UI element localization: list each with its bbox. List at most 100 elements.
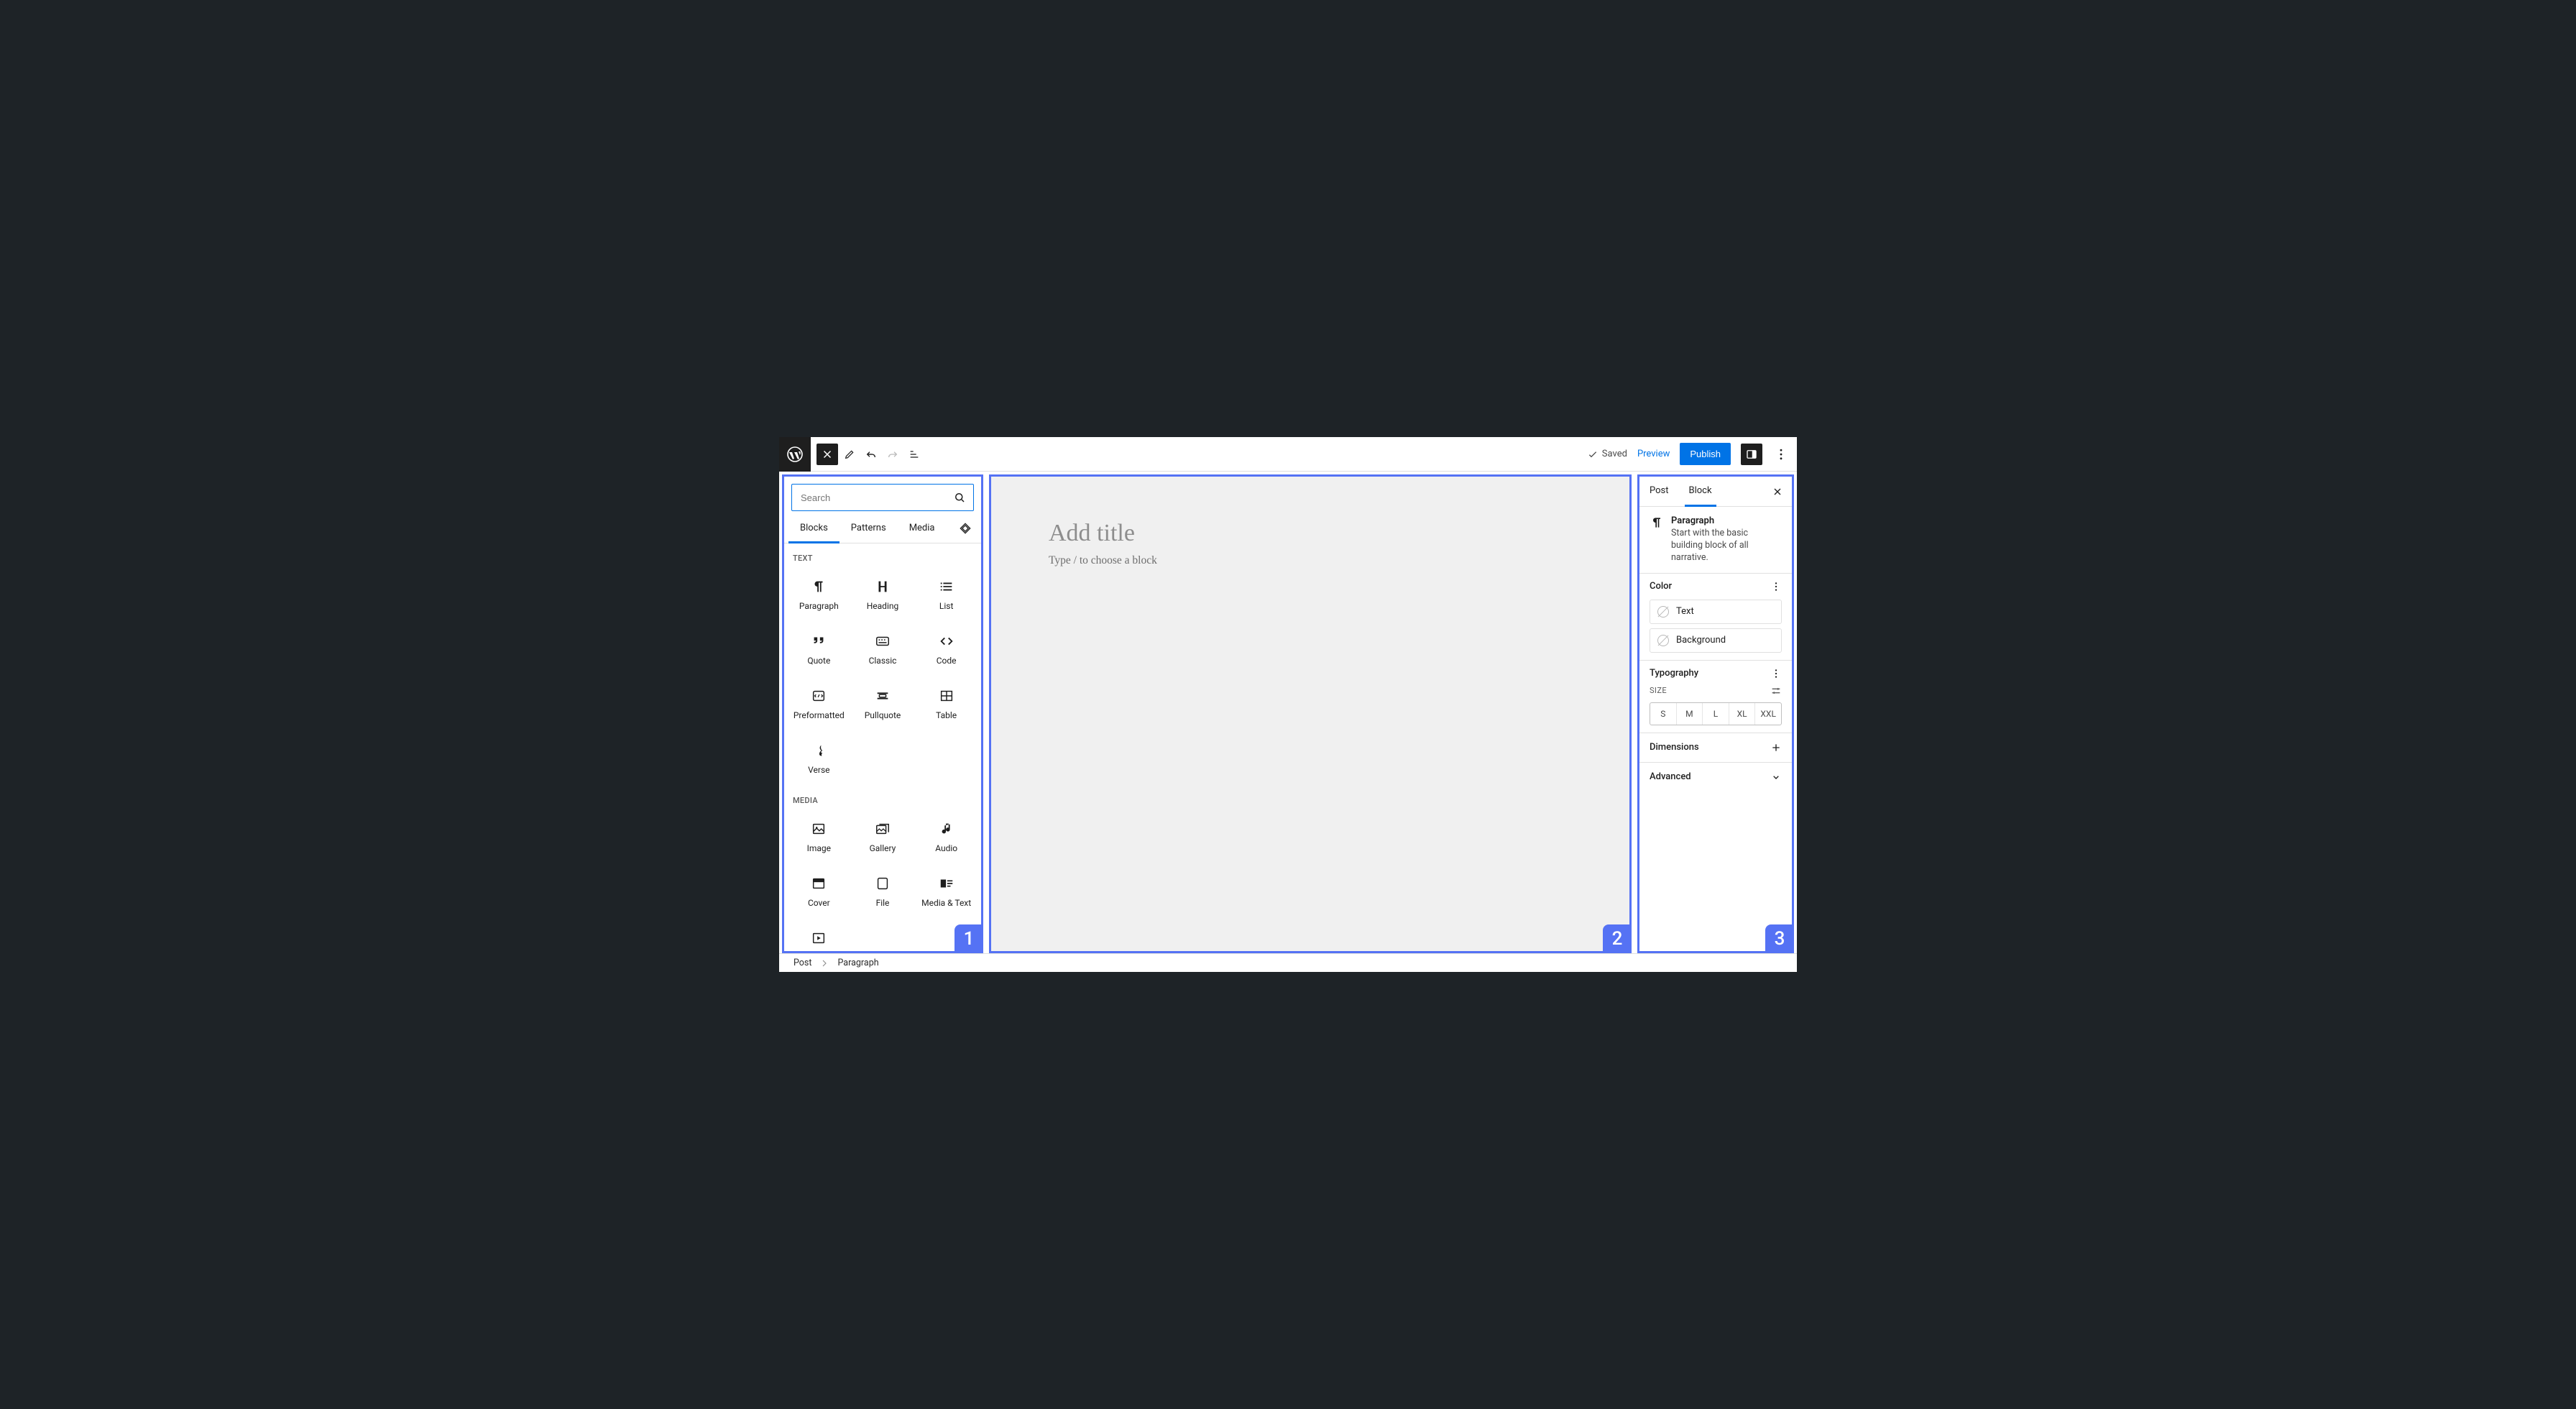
inserter-panel: Blocks Patterns Media TEXTParagraphHeadi…: [782, 474, 983, 953]
annotation-badge-3: 3: [1765, 924, 1794, 953]
sliders-icon: [1770, 685, 1782, 697]
tools-button[interactable]: [840, 444, 860, 464]
block-item-label: Quote: [807, 656, 830, 666]
save-status-label: Saved: [1602, 449, 1627, 459]
block-item-label: Table: [936, 710, 957, 720]
publish-button[interactable]: Publish: [1680, 443, 1731, 465]
size-option-xl[interactable]: XL: [1729, 703, 1755, 725]
size-option-xxl[interactable]: XXL: [1754, 703, 1781, 725]
advanced-section-toggle[interactable]: Advanced: [1639, 763, 1792, 791]
verse-icon: [810, 742, 827, 759]
typography-options-button[interactable]: [1770, 668, 1782, 679]
block-item-pullquote[interactable]: Pullquote: [851, 676, 915, 731]
block-item-label: Gallery: [870, 843, 896, 853]
quote-icon: [810, 633, 827, 650]
tab-blocks[interactable]: Blocks: [788, 514, 840, 543]
undo-button[interactable]: [861, 444, 881, 464]
tab-post[interactable]: Post: [1639, 477, 1679, 506]
size-option-l[interactable]: L: [1702, 703, 1729, 725]
block-description: Start with the basic building block of a…: [1671, 528, 1782, 564]
block-item-label: Paragraph: [799, 601, 839, 611]
preview-button[interactable]: Preview: [1637, 449, 1670, 459]
block-item-cover[interactable]: Cover: [787, 864, 851, 919]
block-item-video[interactable]: Video: [787, 919, 851, 951]
block-search[interactable]: [791, 484, 974, 511]
chip-label: Background: [1676, 635, 1726, 646]
list-icon: [938, 578, 955, 595]
background-color-button[interactable]: Background: [1650, 628, 1782, 653]
redo-button[interactable]: [883, 444, 903, 464]
color-section-title: Color: [1650, 581, 1672, 592]
paragraph-icon: [1650, 515, 1664, 564]
editor-canvas[interactable]: Add title Type / to choose a block 2: [989, 474, 1632, 953]
block-item-label: Pullquote: [865, 710, 901, 720]
block-item-label: Heading: [867, 601, 899, 611]
save-status: Saved: [1587, 449, 1627, 460]
settings-toggle-button[interactable]: [1741, 444, 1762, 465]
block-item-label: Cover: [808, 898, 830, 908]
kebab-icon: [1770, 668, 1782, 679]
typography-section: Typography SIZE SMLXLXXL: [1639, 661, 1792, 733]
more-options-button[interactable]: [1772, 447, 1790, 462]
search-icon: [953, 491, 966, 504]
preformatted-icon: [810, 687, 827, 704]
block-item-label: List: [939, 601, 954, 611]
block-item-list[interactable]: List: [914, 567, 978, 622]
block-item-paragraph[interactable]: Paragraph: [787, 567, 851, 622]
image-icon: [810, 820, 827, 837]
advanced-label: Advanced: [1650, 771, 1691, 782]
gallery-icon: [874, 820, 891, 837]
block-title: Paragraph: [1671, 515, 1782, 526]
text-color-button[interactable]: Text: [1650, 600, 1782, 624]
audio-icon: [938, 820, 955, 837]
tab-block[interactable]: Block: [1679, 477, 1722, 506]
chevron-down-icon: [1770, 771, 1782, 783]
block-item-verse[interactable]: Verse: [787, 731, 851, 786]
size-option-m[interactable]: M: [1676, 703, 1703, 725]
annotation-badge-2: 2: [1603, 924, 1632, 953]
paragraph-block[interactable]: Type / to choose a block: [1049, 554, 1572, 567]
code-icon: [938, 633, 955, 650]
close-icon: [1772, 486, 1783, 497]
post-title-input[interactable]: Add title: [1049, 520, 1572, 547]
video-icon: [810, 930, 827, 947]
block-card: Paragraph Start with the basic building …: [1639, 507, 1792, 574]
pullquote-icon: [874, 687, 891, 704]
block-item-quote[interactable]: Quote: [787, 622, 851, 676]
none-swatch-icon: [1657, 635, 1669, 646]
block-item-file[interactable]: File: [851, 864, 915, 919]
category-label: MEDIA: [787, 786, 978, 809]
custom-size-button[interactable]: [1770, 685, 1782, 697]
block-item-audio[interactable]: Audio: [914, 809, 978, 864]
close-settings-button[interactable]: [1767, 482, 1788, 502]
mediatext-icon: [938, 875, 955, 892]
patterns-explorer-button[interactable]: [954, 514, 977, 543]
document-overview-button[interactable]: [904, 444, 924, 464]
block-item-label: Audio: [935, 843, 957, 853]
block-item-preformatted[interactable]: Preformatted: [787, 676, 851, 731]
block-breadcrumb: Post Paragraph: [779, 953, 1797, 972]
tab-media[interactable]: Media: [898, 514, 947, 543]
block-item-label: Verse: [808, 765, 829, 775]
block-item-code[interactable]: Code: [914, 622, 978, 676]
color-options-button[interactable]: [1770, 581, 1782, 592]
typography-section-title: Typography: [1650, 668, 1698, 679]
color-section: Color Text Background: [1639, 574, 1792, 661]
block-item-label: File: [876, 898, 890, 908]
chip-label: Text: [1676, 606, 1694, 617]
breadcrumb-item[interactable]: Paragraph: [837, 958, 878, 968]
wordpress-logo[interactable]: [779, 437, 811, 472]
block-item-mediatext[interactable]: Media & Text: [914, 864, 978, 919]
block-item-image[interactable]: Image: [787, 809, 851, 864]
dimensions-section-toggle[interactable]: Dimensions: [1639, 733, 1792, 763]
block-item-classic[interactable]: Classic: [851, 622, 915, 676]
size-option-s[interactable]: S: [1650, 703, 1676, 725]
search-input[interactable]: [799, 492, 953, 504]
block-item-table[interactable]: Table: [914, 676, 978, 731]
block-item-heading[interactable]: Heading: [851, 567, 915, 622]
tab-patterns[interactable]: Patterns: [840, 514, 898, 543]
inserter-toggle-button[interactable]: [816, 444, 838, 465]
check-icon: [1587, 449, 1598, 460]
block-item-gallery[interactable]: Gallery: [851, 809, 915, 864]
breadcrumb-item[interactable]: Post: [794, 958, 811, 968]
